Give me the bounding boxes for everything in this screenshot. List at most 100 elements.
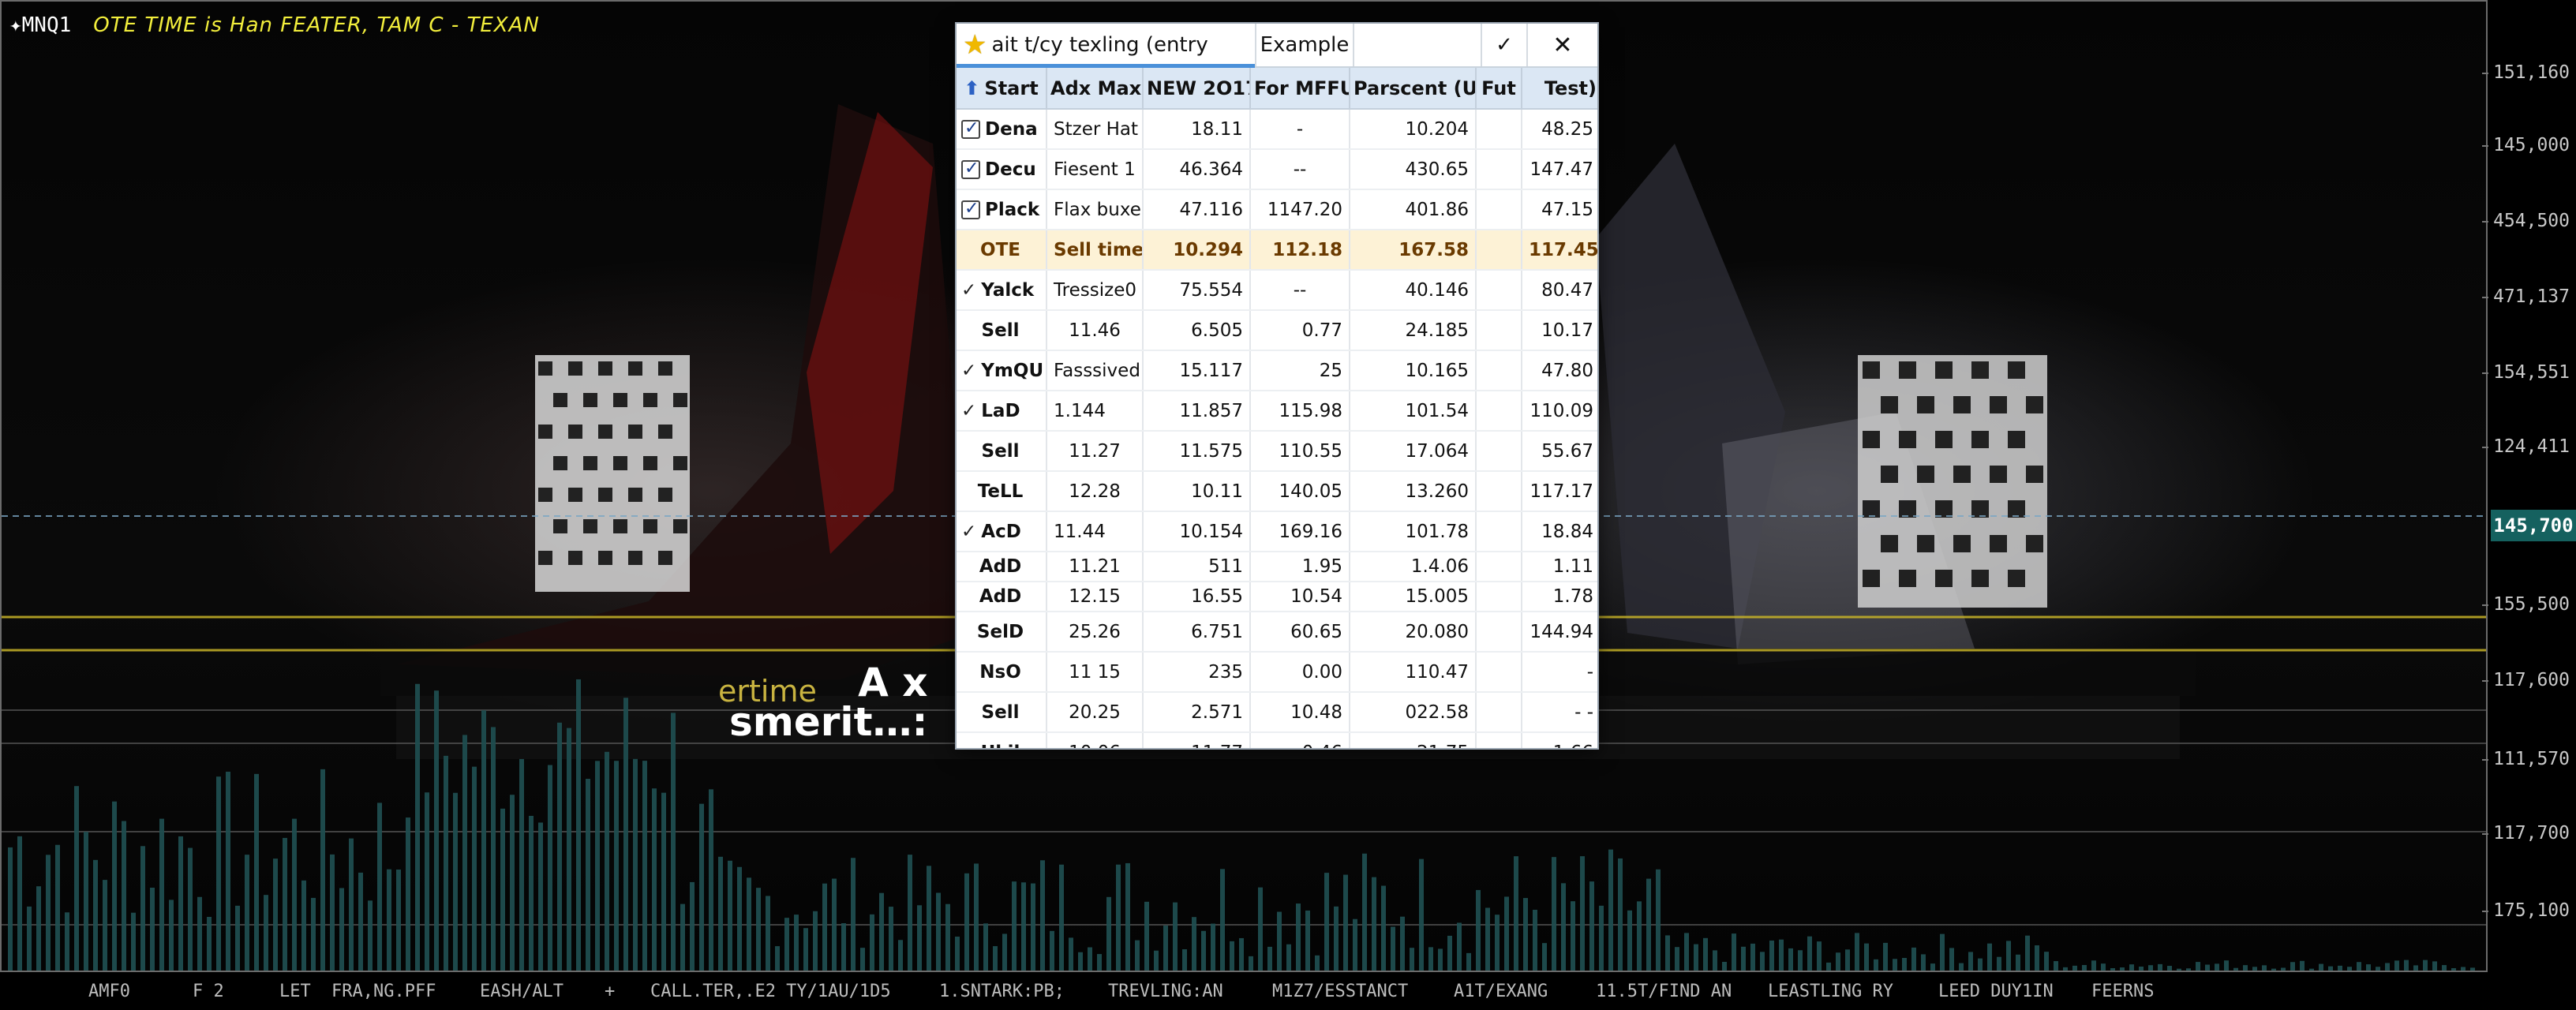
volume-bar [1959,963,1964,971]
row-name-cell: ✓ LaD [957,391,1047,432]
volume-bar [226,772,230,971]
column-header[interactable]: For MFFU [1250,68,1350,110]
volume-bar [2319,963,2323,971]
table-row[interactable]: TeLL 12.28 10.11 140.05 13.260 117.17 [957,471,1597,512]
row-name: Plack [985,199,1040,220]
table-row[interactable]: NsO 11 15 235 0.00 110.47 - [957,652,1597,693]
volume-bar [1845,949,1850,971]
volume-bar [1911,947,1916,971]
table-row[interactable]: ✓ LaD 1.144 11.857 115.98 101.54 110.09 [957,391,1597,432]
star-icon[interactable]: ★ [963,32,987,58]
column-header[interactable]: Parscent (U4 [1350,68,1477,110]
volume-bar [1315,955,1320,971]
price-axis[interactable]: 151,160 145,000 454,500 471,137 154,551 124,4… [2482,0,2576,972]
price-tick: 145,000 [2482,135,2570,155]
row-checkbox[interactable] [961,199,980,219]
volume-bar [1410,948,1414,971]
screen-pattern [1881,466,1898,483]
row-name: Sell [981,320,1020,341]
volume-bar [747,877,751,971]
volume-bar [908,855,912,971]
table-row[interactable]: Sell 20.25 2.571 10.48 022.58 - - [957,692,1597,733]
volume-bar [841,922,846,971]
row-name-cell: TeLL [957,471,1047,512]
screen-pattern [628,425,642,439]
volume-bar [462,735,467,971]
sort-up-icon[interactable]: ⬆ [964,77,979,99]
check-icon[interactable]: ✓ [1481,24,1528,66]
table-row[interactable]: ✓ Yalck Tressize0 75.554 -- 40.146 80.47 [957,270,1597,311]
volume-bar [415,683,420,971]
table-cell: 12.28 [1046,471,1144,512]
screen-pattern [2026,466,2043,483]
close-icon[interactable]: ✕ [1528,24,1597,66]
table-row[interactable]: Decu Fiesent 146.364--430.65 147.47 [957,149,1597,190]
symbol-label[interactable]: ✦MNQ1 [9,13,71,37]
volume-bar [1599,905,1604,971]
column-header[interactable]: Test) [1522,68,1597,110]
volume-bar [1343,874,1348,971]
row-checkbox[interactable] [961,118,980,139]
tab-main[interactable]: ★ ait t/cy texling (entry [957,24,1256,68]
volume-bar [1883,942,1888,971]
row-checkbox[interactable] [961,159,980,179]
volume-bar [1220,869,1225,971]
tab-example[interactable]: Example [1256,24,1354,66]
price-tick: 111,570 [2482,749,2570,769]
column-header-label: Start [984,77,1039,99]
table-row[interactable]: Sell 11.46 6.505 0.77 24.185 10.17 [957,310,1597,351]
volume-bar [529,815,534,971]
volume-bar [2243,965,2248,971]
volume-bar [567,728,571,971]
data-window[interactable]: ★ ait t/cy texling (entry Example ✓ ✕ ⬆ S… [955,22,1599,750]
volume-bar [1826,962,1831,971]
table-row[interactable]: SelD 25.26 6.751 60.65 20.080 144.94 [957,612,1597,653]
column-header[interactable]: ⬆ Start [957,68,1047,110]
column-header[interactable]: Adx Maxc [1046,68,1144,110]
time-tick: LEED DUY1IN [1938,982,2054,1001]
row-name: NsO [979,661,1021,683]
volume-bar [273,858,278,971]
table-row[interactable]: Ukil 10.0611.770.4621.75 1.66 [957,732,1597,748]
volume-bar [1713,950,1717,971]
row-name-cell: SelD [957,612,1047,653]
volume-bar [283,837,287,971]
volume-bar [1750,943,1755,971]
screen-pattern [538,551,552,565]
volume-bar [1656,869,1661,971]
table-row[interactable]: AdD 11.21 511 1.95 1.4.06 1.11 [957,552,1597,582]
table-cell: 167.58 [1350,230,1477,271]
screen-pattern [1990,396,2007,413]
table-row[interactable]: ✓ YmQU Fasssived 15.117 25 10.165 47.80 [957,350,1597,391]
table-row[interactable]: OTE Sell time 10.294 112.18 167.58 117.45 [957,230,1597,271]
table-row[interactable]: ✓ AcD 11.44 10.154 169.16 101.78 18.84 [957,511,1597,552]
table-cell [1476,391,1522,432]
volume-bar [2404,960,2409,971]
screen-pattern [1990,535,2007,552]
data-window-titlebar[interactable]: ★ ait t/cy texling (entry Example ✓ ✕ [957,24,1597,68]
column-header[interactable]: NEW 2O17 [1143,68,1251,110]
table-cell [1476,612,1522,653]
column-header[interactable]: Fut [1476,68,1522,110]
volume-bar [2016,954,2020,971]
volume-bar [1618,858,1623,971]
volume-bar [1154,950,1159,971]
table-row[interactable]: Dena Stzer Hat18.11-10.204 48.25 [957,109,1597,150]
table-cell: 75.554 [1143,270,1251,311]
volume-bar [936,892,941,971]
table-cell: 144.94 [1522,612,1597,653]
time-axis[interactable]: AMF0 F 2 LET FRA,NG.PFF EASH/ALT + CALL.TER,.E… [0,972,2576,1010]
table-row[interactable]: Plack Flax buxe47.1161147.20401.86 47.15 [957,189,1597,230]
row-name-cell: Ukil [957,732,1047,748]
row-name-cell: AdD [957,582,1047,612]
table-cell: 1.4.06 [1350,552,1477,582]
volume-bar [1675,947,1679,971]
table-cell: 16.55 [1143,582,1251,612]
table-row[interactable]: Sell 11.27 11.575 110.55 17.064 55.67 [957,431,1597,472]
table-cell: 101.78 [1350,511,1477,552]
table-row[interactable]: AdD 12.15 16.55 10.54 15.005 1.78 [957,582,1597,612]
volume-bar [1930,963,1935,971]
volume-bar [1286,944,1291,971]
screen-pattern [553,456,567,470]
volume-bar [1987,943,1992,971]
